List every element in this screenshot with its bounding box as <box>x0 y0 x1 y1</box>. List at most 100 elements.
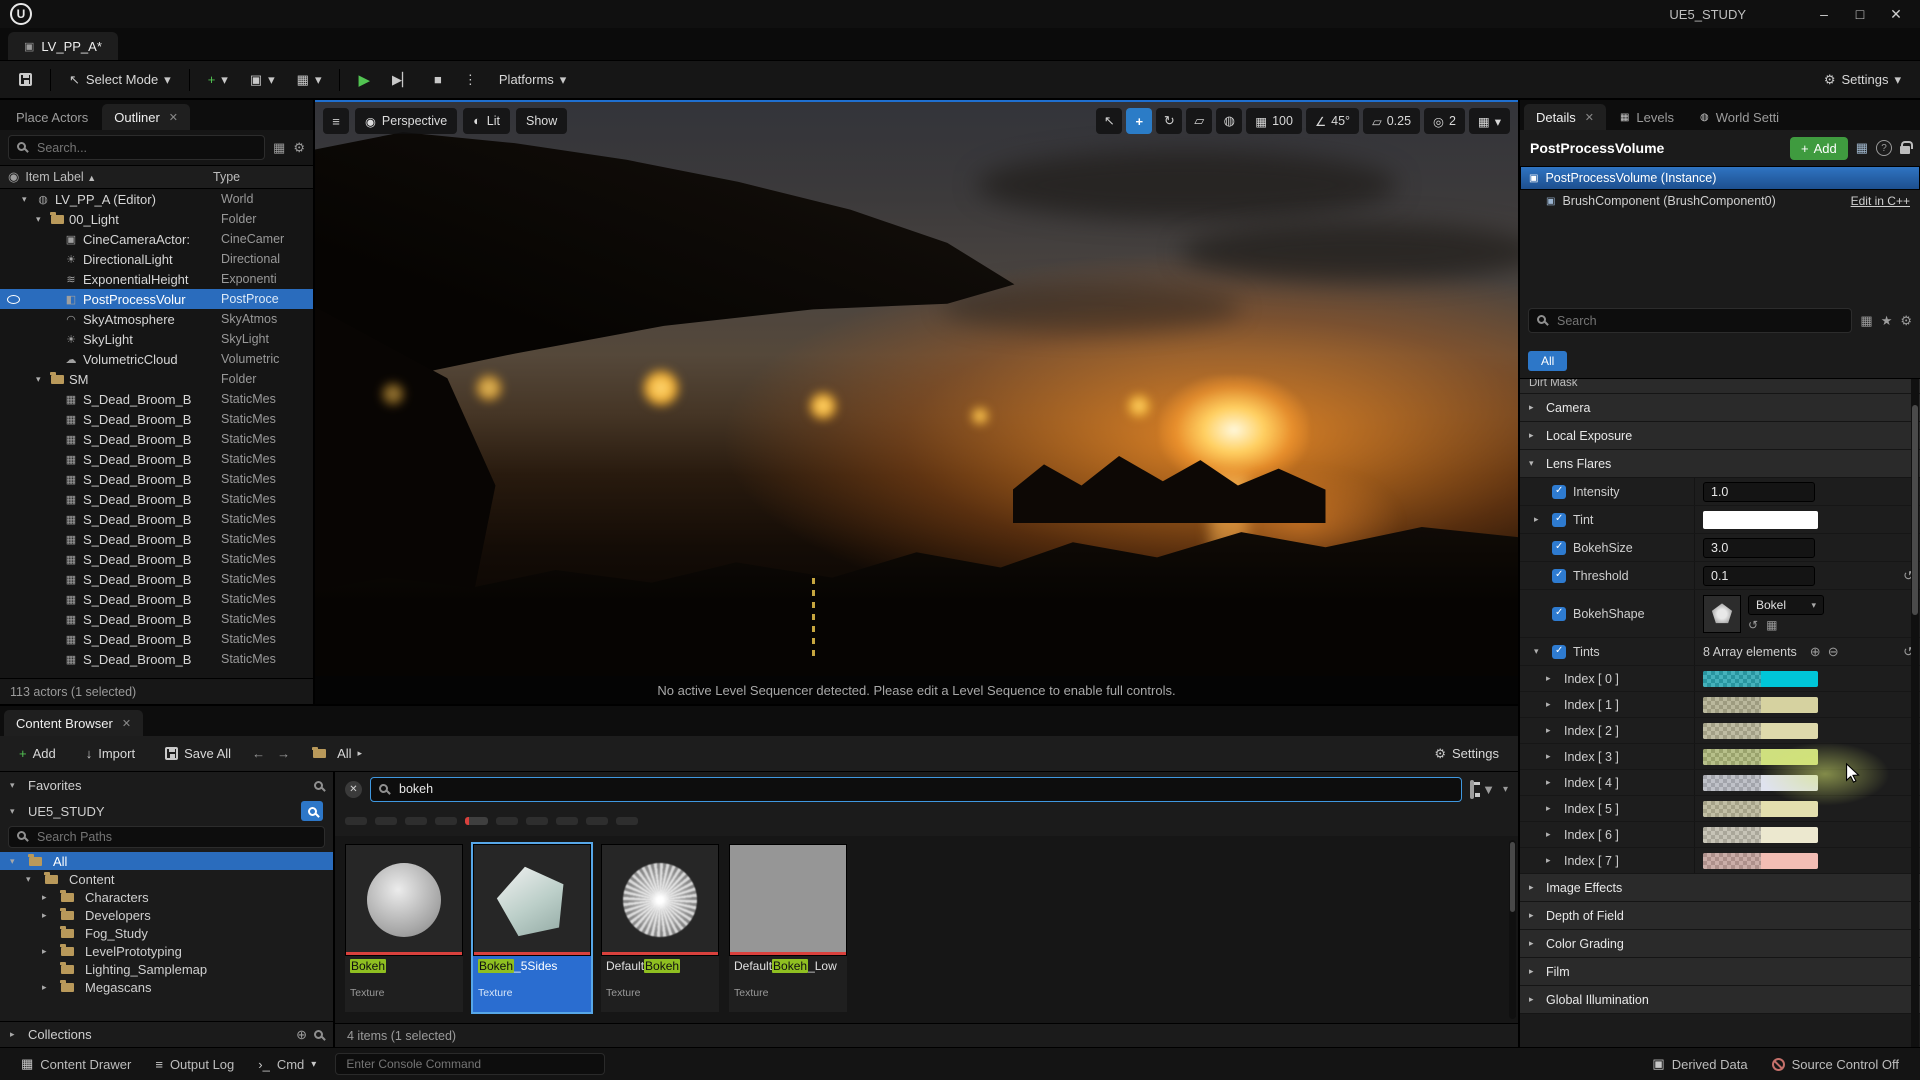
folder-tree-item[interactable]: ▸ Megascans <box>0 978 333 996</box>
tint-color-swatch[interactable] <box>1703 723 1818 739</box>
unreal-logo-icon[interactable]: U <box>10 3 32 25</box>
search-icon[interactable] <box>314 1030 323 1039</box>
outliner-search-input[interactable] <box>8 135 265 160</box>
cinematics-dropdown[interactable]: ▦▾ <box>288 67 331 93</box>
outliner-row[interactable]: ◧ PostProcessVolur PostProce <box>0 289 313 309</box>
folder-tree-item[interactable]: Fog_Study <box>0 924 333 942</box>
bokehshape-asset-dropdown[interactable]: Bokel ▾ <box>1748 595 1824 615</box>
details-scrollbar[interactable] <box>1911 379 1919 1047</box>
menu-item[interactable] <box>162 10 182 18</box>
column-type[interactable]: Type <box>213 170 305 184</box>
rotate-tool-button[interactable]: ↻ <box>1156 108 1182 134</box>
tab-levels[interactable]: ▦ Levels <box>1608 104 1686 130</box>
details-settings-icon[interactable]: ⚙ <box>1900 313 1912 329</box>
section-camera[interactable]: ▸ Camera <box>1520 394 1920 422</box>
tab-outliner[interactable]: Outliner ✕ <box>102 104 190 130</box>
expand-arrow-icon[interactable]: ▾ <box>36 374 49 385</box>
rotation-snap-control[interactable]: ∠ 45° <box>1306 108 1359 134</box>
minimize-button[interactable]: – <box>1806 2 1842 27</box>
filter-chip[interactable] <box>616 817 638 825</box>
all-filter-chip[interactable]: All <box>1528 351 1567 371</box>
frame-skip-button[interactable]: ▶▏ <box>383 67 421 93</box>
outliner-row[interactable]: ▦ S_Dead_Broom_B StaticMes <box>0 549 313 569</box>
select-tool-button[interactable]: ↖ <box>1096 108 1122 134</box>
tint-array-element-row[interactable]: ▸ Index [ 3 ] <box>1520 744 1920 770</box>
add-collection-icon[interactable]: ⊕ <box>296 1027 307 1043</box>
outliner-row[interactable]: ▦ S_Dead_Broom_B StaticMes <box>0 589 313 609</box>
tint-color-swatch[interactable] <box>1703 827 1818 843</box>
scale-tool-button[interactable]: ▱ <box>1186 108 1212 134</box>
outliner-row[interactable]: ▣ CineCameraActor: CineCamer <box>0 229 313 249</box>
save-all-button[interactable]: Save All <box>156 741 240 766</box>
filter-chip[interactable] <box>435 817 457 825</box>
filter-chip[interactable] <box>405 817 427 825</box>
folder-tree-item[interactable]: ▾ All <box>0 852 333 870</box>
content-drawer-button[interactable]: ▦ Content Drawer <box>10 1056 142 1072</box>
tint-color-swatch[interactable] <box>1703 671 1818 687</box>
outliner-row[interactable]: ▾ 00_Light Folder <box>0 209 313 229</box>
search-icon[interactable] <box>314 781 323 790</box>
console-command-input[interactable] <box>335 1053 605 1075</box>
add-actor-dropdown[interactable]: +▾ <box>199 67 237 93</box>
folder-tree-item[interactable]: ▸ LevelPrototyping <box>0 942 333 960</box>
tint-color-swatch[interactable] <box>1703 697 1818 713</box>
edit-in-cpp-link[interactable]: Edit in C++ <box>1851 194 1910 208</box>
tint-color-swatch[interactable] <box>1703 749 1818 765</box>
use-selected-asset-icon[interactable]: ↺ <box>1748 618 1758 632</box>
show-dropdown[interactable]: Show <box>516 108 567 134</box>
tint-array-element-row[interactable]: ▸ Index [ 5 ] <box>1520 796 1920 822</box>
menu-item[interactable] <box>42 10 62 18</box>
filter-chip[interactable] <box>526 817 548 825</box>
filter-funnel-icon[interactable]: ▼ <box>1482 782 1495 797</box>
outliner-row[interactable]: ▦ S_Dead_Broom_B StaticMes <box>0 389 313 409</box>
tint-array-element-row[interactable]: ▸ Index [ 6 ] <box>1520 822 1920 848</box>
collapsed-section-row[interactable]: ▸ Film <box>1520 958 1920 986</box>
expand-arrow-icon[interactable]: ▸ <box>1546 803 1557 814</box>
outliner-row[interactable]: ☁ VolumetricCloud Volumetric <box>0 349 313 369</box>
collapsed-section-row[interactable]: ▸ Image Effects <box>1520 874 1920 902</box>
instance-row[interactable]: ▣ PostProcessVolume (Instance) <box>1520 166 1920 190</box>
browse-to-asset-icon[interactable]: ▦ <box>1766 618 1777 632</box>
lit-dropdown[interactable]: ◐ Lit <box>463 108 510 134</box>
camera-speed-control[interactable]: ◎ 2 <box>1424 108 1465 134</box>
collapsed-section-row[interactable]: ▸ Color Grading <box>1520 930 1920 958</box>
expand-arrow-icon[interactable]: ▾ <box>10 856 21 867</box>
outliner-row[interactable]: ☀ DirectionalLight Directional <box>0 249 313 269</box>
chevron-down-icon[interactable]: ▾ <box>1503 784 1508 795</box>
details-search-input[interactable] <box>1528 308 1852 333</box>
viewport[interactable]: ≡ ◉ Perspective ◐ Lit Show ↖ + <box>315 100 1518 704</box>
lock-icon[interactable] <box>1900 146 1910 154</box>
level-tab[interactable]: ▣ LV_PP_A* <box>8 32 118 60</box>
platforms-dropdown[interactable]: Platforms ▾ <box>490 67 575 93</box>
breadcrumb[interactable]: All ▸ <box>302 741 371 766</box>
filter-chip[interactable] <box>375 817 397 825</box>
content-browser-settings-button[interactable]: ⚙ Settings <box>1425 741 1508 767</box>
intensity-field[interactable]: 1.0 <box>1703 482 1815 502</box>
favorites-header[interactable]: ▾ Favorites <box>0 772 333 798</box>
asset-search-input[interactable] <box>370 777 1462 802</box>
tint-array-element-row[interactable]: ▸ Index [ 1 ] <box>1520 692 1920 718</box>
path-search-toggle[interactable] <box>301 801 323 821</box>
import-button[interactable]: ↓ Import <box>77 741 144 766</box>
filter-icon[interactable]: ▦ <box>273 140 285 156</box>
add-array-element-icon[interactable]: ⊕ <box>1810 644 1821 660</box>
cmd-dropdown[interactable]: ›_ Cmd ▾ <box>247 1057 327 1072</box>
stop-button[interactable]: ■ <box>425 67 451 92</box>
expand-arrow-icon[interactable]: ▸ <box>1546 699 1557 710</box>
menu-item[interactable] <box>142 10 162 18</box>
nav-back-button[interactable]: ← <box>252 746 265 761</box>
collections-header[interactable]: ▸ Collections ⊕ <box>0 1021 333 1047</box>
expand-arrow-icon[interactable]: ▸ <box>1546 751 1557 762</box>
outliner-row[interactable]: ▦ S_Dead_Broom_B StaticMes <box>0 569 313 589</box>
tab-place-actors[interactable]: Place Actors <box>4 104 100 130</box>
perspective-dropdown[interactable]: ◉ Perspective <box>355 108 457 134</box>
tint-color-swatch[interactable] <box>1703 801 1818 817</box>
menu-item[interactable] <box>102 10 122 18</box>
tint-array-element-row[interactable]: ▸ Index [ 4 ] <box>1520 770 1920 796</box>
tab-content-browser[interactable]: Content Browser ✕ <box>4 710 143 736</box>
clear-array-icon[interactable]: ⊖ <box>1828 644 1839 660</box>
settings-dropdown[interactable]: ⚙ Settings ▾ <box>1815 67 1910 93</box>
threshold-checkbox[interactable] <box>1552 569 1566 583</box>
expand-arrow-icon[interactable]: ▸ <box>1546 777 1557 788</box>
folder-tree-item[interactable]: Lighting_Samplemap <box>0 960 333 978</box>
